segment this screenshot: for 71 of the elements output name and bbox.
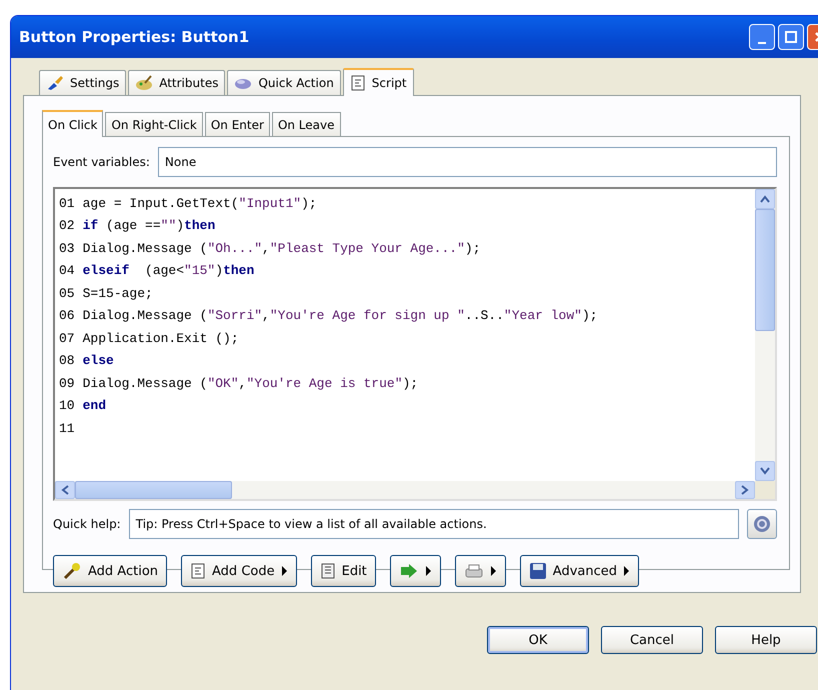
help-orb-icon (753, 515, 771, 533)
minimize-button[interactable] (749, 24, 775, 50)
scroll-up-button[interactable] (755, 189, 775, 209)
tab[interactable]: Settings (39, 70, 126, 95)
toolbar-button[interactable]: Edit (310, 555, 376, 587)
maximize-button[interactable] (778, 24, 804, 50)
line-number: 09 (59, 376, 75, 391)
maximize-icon (785, 31, 797, 43)
line-number: 10 (59, 398, 75, 414)
line-number: 08 (59, 353, 75, 368)
code-line: else (82, 353, 114, 368)
dialog-button[interactable]: Cancel (601, 626, 703, 654)
toolbar-button[interactable]: Add Code (181, 555, 297, 587)
code-line: Dialog.Message ("Oh...","Pleast Type Your Age..."); (82, 240, 481, 256)
help-button[interactable] (747, 509, 777, 539)
scroll-down-button[interactable] (755, 461, 775, 481)
scrollbar-corner (755, 481, 775, 499)
scroll-thumb[interactable] (75, 481, 232, 499)
chevron-right-icon (741, 485, 749, 495)
document-icon (320, 563, 336, 579)
vertical-scrollbar[interactable] (755, 189, 775, 481)
event-tab[interactable]: On Enter (204, 112, 270, 136)
quick-help-label: Quick help: (53, 517, 121, 531)
scroll-thumb[interactable] (755, 209, 775, 331)
event-tab[interactable]: On Click (42, 110, 104, 137)
line-number: 11 (59, 420, 75, 436)
tab[interactable]: Quick Action (227, 70, 341, 95)
dialog-button[interactable]: OK (487, 626, 589, 654)
event-tab[interactable]: On Right-Click (105, 112, 203, 136)
chevron-left-icon (61, 485, 69, 495)
line-number: 01 (59, 196, 75, 211)
tab[interactable]: Attributes (128, 70, 226, 95)
line-number: 02 (59, 218, 75, 234)
code-line: Dialog.Message ("OK","You're Age is true"); (82, 376, 418, 391)
code-line: Dialog.Message ("Sorri","You're Age for sign up "..S.."Year low"); (82, 308, 598, 324)
tab[interactable]: Script (342, 68, 414, 96)
script-icon (190, 563, 206, 579)
event-tab[interactable]: On Leave (272, 112, 340, 136)
code-line: if (age =="")then (82, 218, 216, 234)
dialog-button[interactable]: Help (715, 626, 817, 654)
window-title: Button Properties: Button1 (19, 28, 250, 46)
arrow-icon (398, 563, 419, 579)
code-line: Application.Exit (); (82, 330, 239, 346)
event-variables-label: Event variables: (53, 155, 150, 169)
line-number: 07 (59, 330, 75, 346)
scroll-left-button[interactable] (55, 481, 75, 499)
palette-icon (135, 75, 154, 91)
line-number: 06 (59, 308, 75, 324)
code-line: age = Input.GetText("Input1"); (82, 196, 317, 211)
quick-help-field: Tip: Press Ctrl+Space to view a list of all available actions. (128, 509, 739, 539)
horizontal-scrollbar[interactable] (55, 481, 775, 499)
code-line: elseif (age<"15")then (82, 263, 254, 278)
event-variables-field[interactable]: None (158, 147, 777, 177)
minimize-icon (758, 42, 766, 44)
toolbar-button[interactable]: Advanced (520, 555, 640, 587)
line-number: 04 (59, 263, 75, 278)
wand-icon (62, 562, 82, 580)
code-editor[interactable] (53, 187, 777, 501)
line-number: 05 (59, 286, 75, 301)
toolbar-icon-button[interactable] (454, 555, 506, 587)
line-number: 03 (59, 240, 75, 256)
brush-icon (46, 75, 64, 91)
printer-icon (464, 563, 484, 579)
script-icon (350, 75, 366, 91)
toolbar-icon-button[interactable] (390, 555, 441, 587)
code-line: S=15-age; (82, 286, 153, 301)
code-line: end (82, 398, 106, 414)
toolbar-button[interactable]: Add Action (53, 555, 168, 587)
chevron-down-icon (760, 467, 770, 475)
chevron-up-icon (760, 195, 770, 203)
scroll-right-button[interactable] (735, 481, 755, 499)
